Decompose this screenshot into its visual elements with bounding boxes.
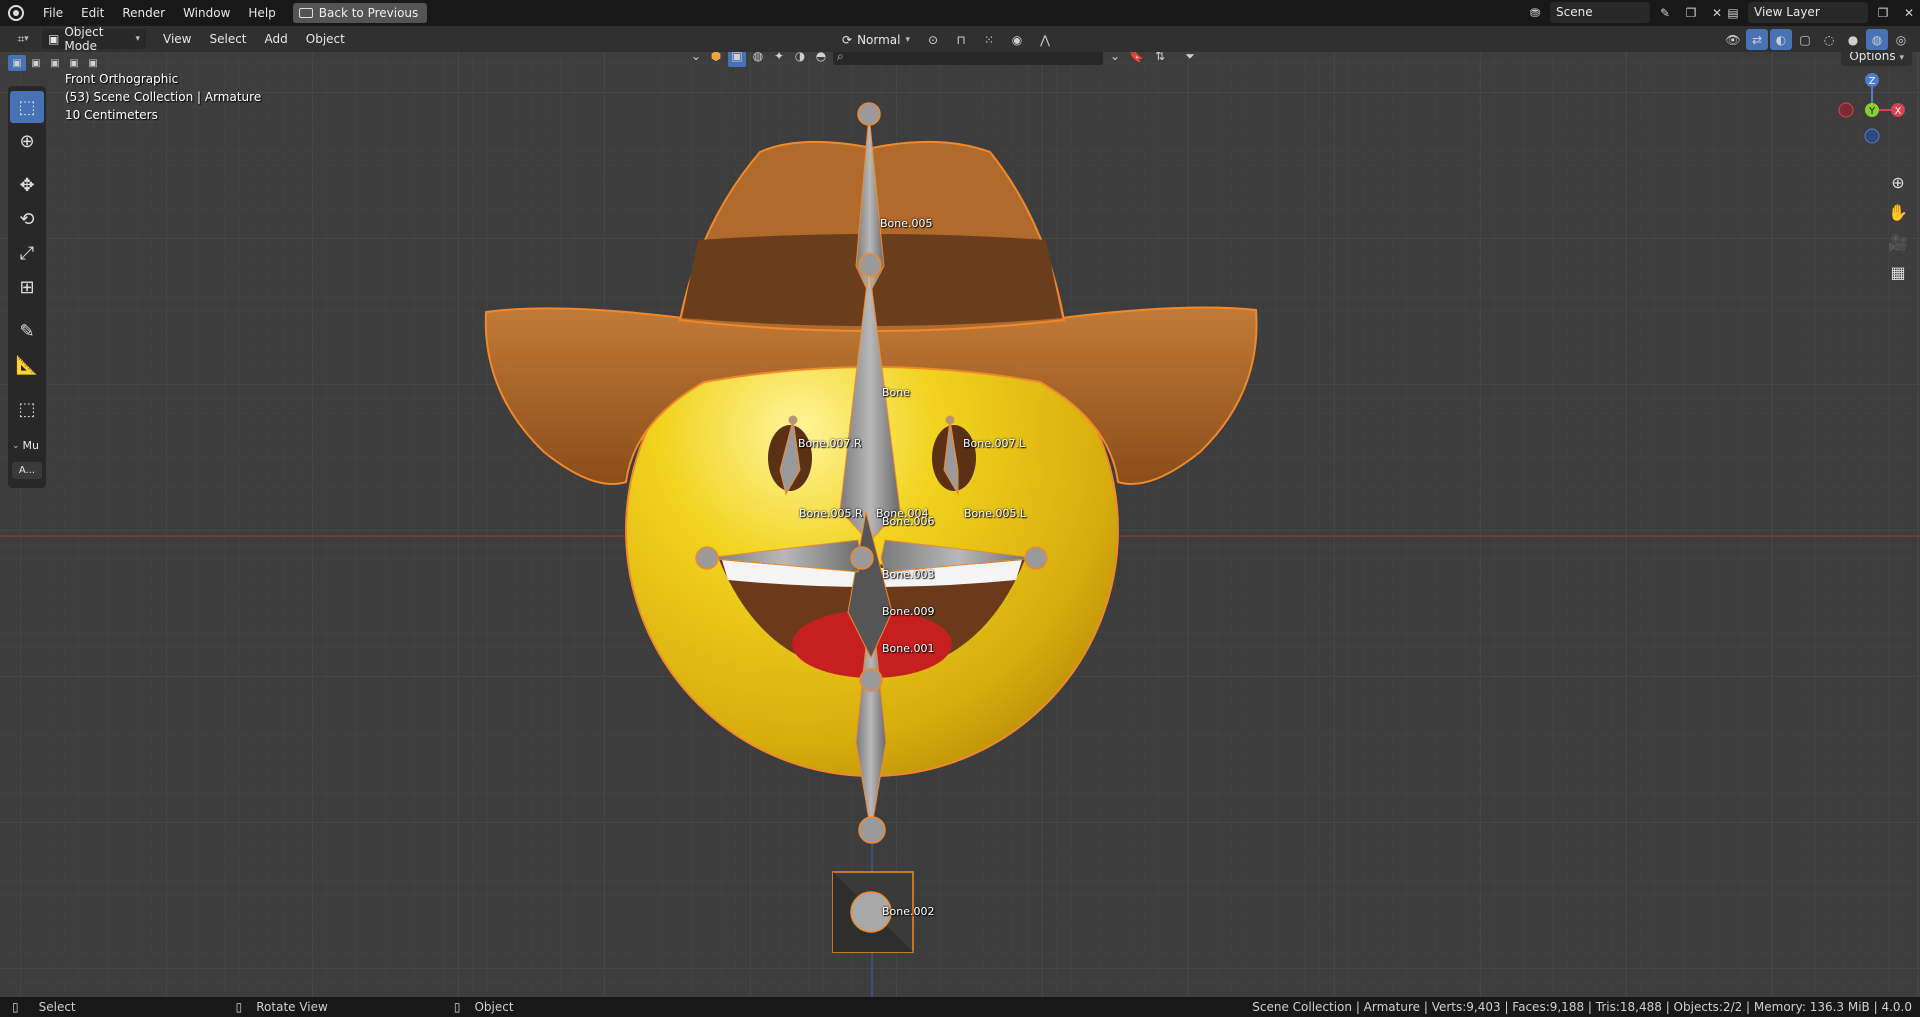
menu-render[interactable]: Render	[113, 2, 174, 24]
shading-controls: 👁 ⇄ ◐ ▢ ◌ ● ◍ ◎	[1722, 29, 1912, 50]
object-mode-icon: ▣	[48, 32, 60, 46]
orientation-dropdown[interactable]: ⟳ Normal ▾	[836, 30, 916, 50]
solid-shading-icon[interactable]: ●	[1842, 29, 1864, 50]
scene-name-field[interactable]: Scene	[1550, 2, 1650, 23]
label-bone: Bone	[882, 386, 911, 399]
joint-bottom[interactable]	[858, 816, 886, 844]
scene-render	[0, 102, 1920, 997]
view-layer-selector: ▤ View Layer ❐ ✕	[1722, 2, 1920, 23]
scene-browse-icon[interactable]: ⛃	[1524, 2, 1546, 23]
orientation-label: Normal	[857, 32, 901, 47]
joint-left[interactable]	[1024, 546, 1048, 570]
rendered-shading-icon[interactable]: ◎	[1890, 29, 1912, 50]
menu-file[interactable]: File	[34, 2, 72, 24]
joint-hat[interactable]	[858, 253, 882, 277]
transform-controls: ⟳ Normal ▾ ⊙ ⊓ ⁙ ◉ ⋀	[836, 29, 1056, 50]
orientation-icon: ⟳	[842, 32, 853, 47]
mouse-middle-icon: ▯	[235, 1000, 243, 1014]
label-bone-007-r: Bone.007.R	[798, 437, 862, 450]
label-bone-001: Bone.001	[882, 642, 935, 655]
status-select: Select	[38, 1000, 76, 1014]
joint-right[interactable]	[695, 546, 719, 570]
wireframe-shading-icon[interactable]: ◌	[1818, 29, 1840, 50]
falloff-icon[interactable]: ⋀	[1034, 29, 1056, 50]
mode-label: Object Mode	[64, 25, 104, 53]
back-to-previous-label: Back to Previous	[318, 6, 419, 20]
label-bone-003: Bone.003	[882, 568, 935, 581]
blender-logo-icon[interactable]	[8, 5, 24, 21]
header-menu-object[interactable]: Object	[297, 28, 354, 50]
xray-icon[interactable]: ▢	[1794, 29, 1816, 50]
screen-icon	[298, 8, 313, 18]
mouse-right-icon: ▯	[453, 1000, 461, 1014]
label-bone-005-l: Bone.005.L	[964, 507, 1027, 520]
viewport-header: ⌗ ▾ ▣ Object Mode ▾ View Select Add Objec…	[0, 25, 1920, 53]
overlay-toggle-icon[interactable]: ◐	[1770, 29, 1792, 50]
joint-jaw[interactable]	[859, 668, 883, 692]
status-object: Object	[474, 1000, 514, 1014]
mouse-left-icon: ▯	[12, 1000, 19, 1014]
pin-icon[interactable]: ✎	[1654, 2, 1676, 23]
view-layer-browse-icon[interactable]: ▤	[1722, 2, 1744, 23]
editor-type-icon[interactable]: ⌗ ▾	[8, 29, 38, 50]
joint-eye-l[interactable]	[945, 415, 955, 425]
menu-edit[interactable]: Edit	[72, 2, 113, 24]
status-bar: ▯ Select ▯ Rotate View ▯ Object Scene Co…	[0, 997, 1920, 1017]
status-rotate: Rotate View	[256, 1000, 328, 1014]
label-bone-006: Bone.006	[882, 515, 935, 528]
chevron-down-icon: ▾	[135, 34, 140, 44]
menu-help[interactable]: Help	[239, 2, 284, 24]
label-bone-007-l: Bone.007.L	[963, 437, 1026, 450]
mode-dropdown[interactable]: ▣ Object Mode ▾	[42, 25, 146, 53]
back-to-previous-button[interactable]: Back to Previous	[292, 3, 428, 23]
header-menu-view[interactable]: View	[154, 28, 200, 50]
3d-viewport[interactable]: ▣ ▣ ▣ ▣ ▣ ⌄ ⬢ ▣ ◍ ✦ ◑ ◓ ⌕ ⌄ 🔖 ⇅ ⏷ Option…	[0, 52, 1920, 997]
joint-eye-r[interactable]	[788, 415, 798, 425]
gizmo-toggle-icon[interactable]: ⇄	[1746, 29, 1768, 50]
snap-grid-icon[interactable]: ⁙	[978, 29, 1000, 50]
chevron-down-icon: ▾	[905, 34, 911, 45]
delete-view-layer-icon[interactable]: ✕	[1898, 2, 1920, 23]
menu-window[interactable]: Window	[174, 2, 239, 24]
material-shading-icon[interactable]: ◍	[1866, 29, 1888, 50]
visibility-icon[interactable]: 👁	[1722, 29, 1744, 50]
proportional-edit-icon[interactable]: ◉	[1006, 29, 1028, 50]
view-layer-field[interactable]: View Layer	[1748, 2, 1868, 23]
label-bone-009: Bone.009	[882, 605, 935, 618]
header-menu-select[interactable]: Select	[200, 28, 255, 50]
snap-icon[interactable]: ⊓	[950, 29, 972, 50]
top-bar: File Edit Render Window Help Back to Pre…	[0, 0, 1920, 26]
scene-selector: ⛃ Scene ✎ ❐ ✕	[1524, 2, 1728, 23]
scene-stats: Scene Collection | Armature | Verts:9,40…	[1252, 1000, 1912, 1014]
label-bone-002: Bone.002	[882, 905, 935, 918]
label-bone-005-r: Bone.005.R	[799, 507, 863, 520]
joint-center[interactable]	[850, 546, 874, 570]
new-view-layer-icon[interactable]: ❐	[1872, 2, 1894, 23]
pivot-icon[interactable]: ⊙	[922, 29, 944, 50]
new-scene-icon[interactable]: ❐	[1680, 2, 1702, 23]
label-bone-005: Bone.005	[880, 217, 933, 230]
header-menu-add[interactable]: Add	[256, 28, 297, 50]
joint-head-top[interactable]	[857, 102, 881, 126]
